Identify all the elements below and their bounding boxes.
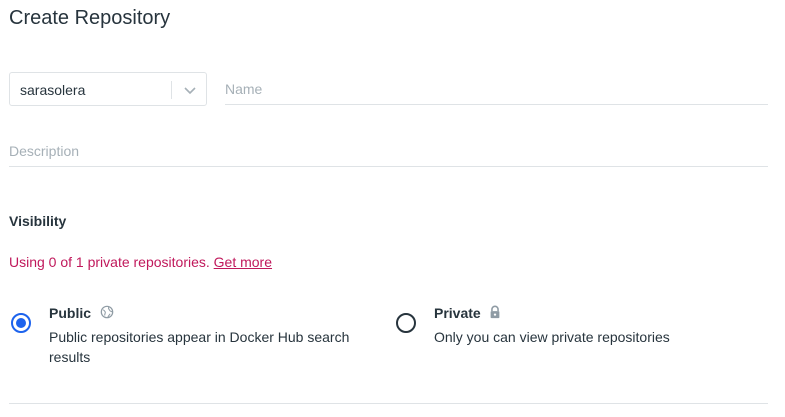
select-divider <box>171 81 172 99</box>
namespace-value: sarasolera <box>20 82 86 98</box>
private-usage-note: Using 0 of 1 private repositories. Get m… <box>9 254 272 270</box>
repository-description-input[interactable] <box>9 136 768 167</box>
visibility-heading: Visibility <box>9 213 67 229</box>
create-repository-page: Create Repository sarasolera Visibility … <box>0 0 785 417</box>
public-radio[interactable] <box>11 313 31 333</box>
globe-icon <box>100 305 114 319</box>
repository-name-input[interactable] <box>225 74 768 105</box>
section-divider <box>9 403 768 404</box>
lock-icon <box>490 305 500 319</box>
namespace-select[interactable]: sarasolera <box>9 72 207 106</box>
private-option-description: Only you can view private repositories <box>434 329 670 345</box>
private-usage-text: Using 0 of 1 private repositories. <box>9 254 210 270</box>
get-more-link[interactable]: Get more <box>214 254 272 270</box>
page-title: Create Repository <box>9 7 171 29</box>
chevron-down-icon[interactable] <box>179 82 201 98</box>
public-option-title: Public <box>49 305 92 321</box>
public-option-description: Public repositories appear in Docker Hub… <box>49 329 350 365</box>
private-radio[interactable] <box>396 313 416 333</box>
private-option-title: Private <box>434 305 481 321</box>
